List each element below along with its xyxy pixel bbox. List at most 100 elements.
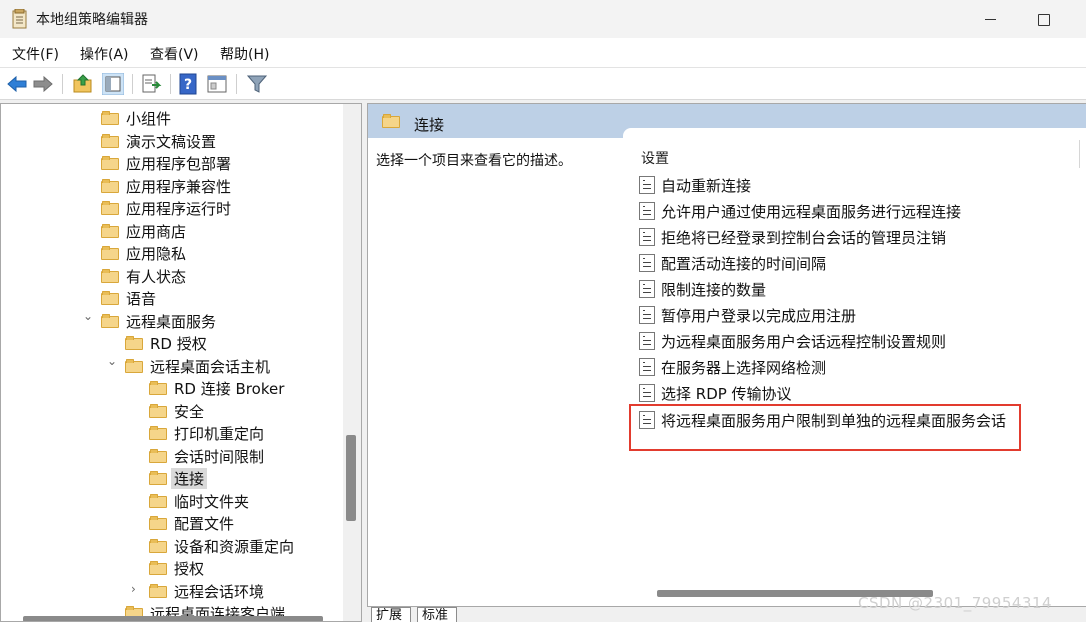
properties-view-icon[interactable] [206, 73, 228, 95]
folder-icon [149, 404, 167, 418]
folder-icon [149, 561, 167, 575]
tree-item-connection-selected[interactable]: 连接 [149, 467, 208, 489]
folder-icon [101, 201, 119, 215]
folder-icon [149, 471, 167, 485]
policy-item[interactable]: 自动重新连接 [639, 174, 751, 196]
policy-setting-icon [639, 254, 655, 272]
tree-item[interactable]: 有人状态 [101, 265, 186, 287]
toolbar-separator [62, 74, 63, 94]
tree-item-label: 应用程序运行时 [126, 199, 232, 218]
tree-item-label: 授权 [174, 559, 205, 578]
tree-item[interactable]: 语音 [101, 287, 156, 309]
tree-item-label: 语音 [126, 289, 157, 308]
tree-item-label: 应用商店 [126, 222, 187, 241]
tab-standard[interactable]: 标准 [417, 607, 457, 622]
toolbar-separator [170, 74, 171, 94]
column-header-setting[interactable]: 设置 [641, 148, 669, 168]
menu-file[interactable]: 文件(F) [12, 44, 59, 64]
folder-icon [101, 291, 119, 305]
tree-item-label: 演示文稿设置 [126, 132, 217, 151]
folder-icon [149, 426, 167, 440]
minimize-button[interactable] [968, 6, 1014, 34]
toolbar: ? [0, 68, 1086, 100]
tree-item[interactable]: 应用商店 [101, 220, 186, 242]
chevron-right-icon[interactable]: › [131, 582, 136, 596]
tree-item-label: 打印机重定向 [174, 424, 265, 443]
folder-icon [149, 584, 167, 598]
tree-item[interactable]: RD 连接 Broker [149, 377, 284, 399]
filter-icon[interactable] [246, 73, 268, 95]
tree-item[interactable]: 会话时间限制 [149, 445, 264, 467]
chevron-down-icon[interactable]: ⌄ [83, 309, 93, 323]
policy-item-label: 自动重新连接 [661, 176, 752, 195]
tree-item-label: 小组件 [126, 109, 172, 128]
policy-item[interactable]: 限制连接的数量 [639, 278, 766, 300]
tree-item-label: 安全 [174, 402, 205, 421]
policy-item-label: 限制连接的数量 [661, 280, 767, 299]
tab-extended[interactable]: 扩展 [371, 607, 411, 622]
back-arrow-icon[interactable] [6, 73, 28, 95]
folder-icon [101, 179, 119, 193]
tree-item[interactable]: 远程桌面会话主机 [125, 355, 270, 377]
policy-item-label: 允许用户通过使用远程桌面服务进行远程连接 [661, 202, 962, 221]
policy-item[interactable]: 在服务器上选择网络检测 [639, 356, 826, 378]
tree-item-label: 应用隐私 [126, 244, 187, 263]
folder-icon [101, 134, 119, 148]
chevron-down-icon[interactable]: ⌄ [107, 354, 117, 368]
menu-help[interactable]: 帮助(H) [220, 44, 269, 64]
policy-item[interactable]: 选择 RDP 传输协议 [639, 382, 792, 404]
policy-item[interactable]: 为远程桌面服务用户会话远程控制设置规则 [639, 330, 946, 352]
tree-item[interactable]: 应用隐私 [101, 242, 186, 264]
tree-vertical-scrollbar[interactable] [343, 104, 361, 621]
export-list-icon[interactable] [140, 73, 162, 95]
tree-item[interactable]: RD 授权 [125, 332, 207, 354]
tree-item[interactable]: 配置文件 [149, 512, 234, 534]
tree-horizontal-scrollbar[interactable] [23, 616, 323, 621]
tree-item[interactable]: 应用程序兼容性 [101, 175, 231, 197]
policy-item[interactable]: 暂停用户登录以完成应用注册 [639, 304, 856, 326]
policy-item-label: 暂停用户登录以完成应用注册 [661, 306, 857, 325]
tree-item[interactable]: 应用程序包部署 [101, 152, 231, 174]
folder-icon [101, 314, 119, 328]
window-title: 本地组策略编辑器 [36, 12, 148, 28]
tree-item-label: 远程桌面会话主机 [150, 357, 271, 376]
tree-item[interactable]: 安全 [149, 400, 204, 422]
tree-pane: 小组件 演示文稿设置 应用程序包部署 应用程序兼容性 应用程序运行时 应用商店 … [0, 103, 362, 622]
menu-view[interactable]: 查看(V) [150, 44, 199, 64]
tree-item[interactable]: 远程桌面服务 [101, 310, 216, 332]
forward-arrow-icon[interactable] [32, 73, 54, 95]
policy-setting-icon [639, 306, 655, 324]
tree-item[interactable]: 远程会话环境 [149, 580, 264, 602]
tree-item[interactable]: 小组件 [101, 107, 171, 129]
policy-item[interactable]: 配置活动连接的时间间隔 [639, 252, 826, 274]
tree-item[interactable]: 演示文稿设置 [101, 130, 216, 152]
tree-item[interactable]: 授权 [149, 557, 204, 579]
show-hide-tree-icon[interactable] [102, 73, 124, 95]
policy-item-label: 拒绝将已经登录到控制台会话的管理员注销 [661, 228, 947, 247]
column-divider[interactable] [1079, 140, 1080, 168]
maximize-button[interactable] [1020, 6, 1066, 34]
tree-item-label: 有人状态 [126, 267, 187, 286]
policy-item[interactable]: 拒绝将已经登录到控制台会话的管理员注销 [639, 226, 946, 248]
menu-action[interactable]: 操作(A) [80, 44, 129, 64]
folder-icon [149, 494, 167, 508]
tree-item[interactable]: 临时文件夹 [149, 490, 249, 512]
policy-item-label: 在服务器上选择网络检测 [661, 358, 827, 377]
tree-item[interactable]: 应用程序运行时 [101, 197, 231, 219]
folder-icon [101, 246, 119, 260]
gpedit-app-icon [12, 9, 27, 29]
help-icon[interactable]: ? [178, 73, 200, 95]
up-folder-icon[interactable] [72, 73, 94, 95]
tree-item-label: 连接 [171, 467, 208, 489]
tree-item[interactable]: 打印机重定向 [149, 422, 264, 444]
policy-item-label: 配置活动连接的时间间隔 [661, 254, 827, 273]
tree-item-label: RD 连接 Broker [174, 379, 285, 398]
toolbar-separator [236, 74, 237, 94]
folder-icon [382, 114, 400, 128]
policy-item[interactable]: 允许用户通过使用远程桌面服务进行远程连接 [639, 200, 961, 222]
policy-setting-icon [639, 384, 655, 402]
policy-item-label: 为远程桌面服务用户会话远程控制设置规则 [661, 332, 947, 351]
tree-item[interactable]: 设备和资源重定向 [149, 535, 294, 557]
scrollbar-thumb[interactable] [346, 435, 356, 521]
title-bar: 本地组策略编辑器 [0, 0, 1086, 38]
